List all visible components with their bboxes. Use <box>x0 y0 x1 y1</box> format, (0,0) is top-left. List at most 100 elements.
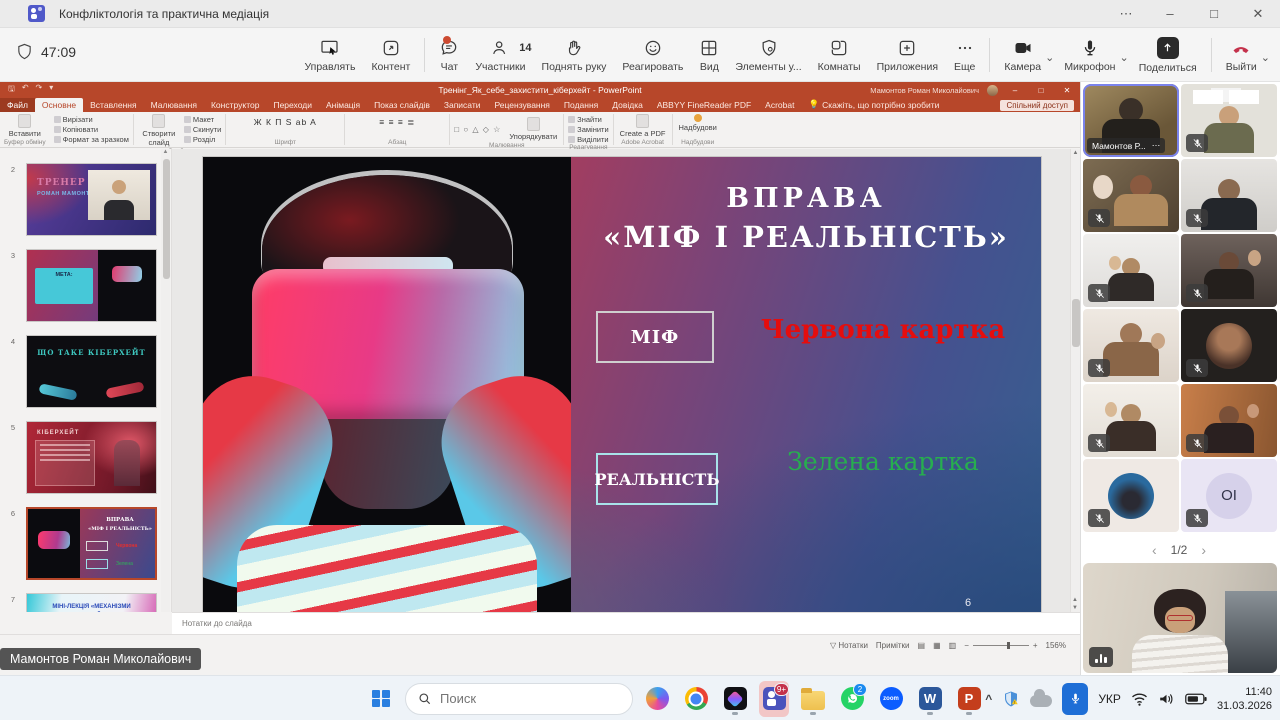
participant-tile[interactable] <box>1083 159 1179 232</box>
red-card-label[interactable]: Червона картка <box>743 315 1023 345</box>
window-more-button[interactable]: ⋯ <box>1104 0 1148 27</box>
paste-button[interactable]: Вставити <box>7 113 43 139</box>
volume-icon[interactable] <box>1158 692 1175 706</box>
window-close-button[interactable]: ✕ <box>1236 0 1280 27</box>
participant-tile-initials[interactable]: ОІ <box>1181 459 1277 532</box>
leave-button[interactable]: Выйти <box>1218 36 1265 75</box>
addins-button[interactable]: Надбудови <box>677 113 719 133</box>
notes-toggle[interactable]: ▽ Нотатки <box>830 641 868 650</box>
ppt-maximize-button[interactable]: □ <box>1032 86 1050 95</box>
tab-file[interactable]: Файл <box>0 98 35 112</box>
myth-box[interactable]: МІФ <box>596 311 714 363</box>
view-reading-button[interactable]: ▥ <box>949 641 957 650</box>
slide-canvas[interactable]: ВПРАВА «МІФ І РЕАЛЬНІСТЬ» МІФ Червона ка… <box>203 157 1041 612</box>
prev-slide-arrow[interactable]: ▲ <box>1070 596 1080 604</box>
tab-insert[interactable]: Вставлення <box>83 98 143 112</box>
security-warning-icon[interactable]: ! <box>1002 690 1020 708</box>
copilot-app-button[interactable] <box>642 681 672 717</box>
taskbar-search[interactable] <box>405 683 633 715</box>
tab-acrobat[interactable]: Acrobat <box>758 98 801 112</box>
participant-tile[interactable] <box>1083 384 1179 457</box>
slide-thumbnail-4[interactable]: ЩО ТАКЕ КІБЕРХЕЙТ <box>26 335 157 408</box>
comments-toggle[interactable]: Примітки <box>876 641 910 650</box>
chat-button[interactable]: Чат <box>431 36 467 75</box>
zoom-percent[interactable]: 156% <box>1046 641 1066 650</box>
start-button[interactable] <box>366 681 396 717</box>
green-card-label[interactable]: Зелена картка <box>763 447 1003 476</box>
reality-box[interactable]: РЕАЛЬНІСТЬ <box>596 453 718 505</box>
tab-draw[interactable]: Малювання <box>144 98 204 112</box>
window-minimize-button[interactable]: – <box>1148 0 1192 27</box>
quick-access-toolbar[interactable]: 🖫 ↶ ↷ ▾ <box>8 83 53 97</box>
tile-more-icon[interactable]: ⋯ <box>1152 140 1161 151</box>
tab-review[interactable]: Рецензування <box>488 98 557 112</box>
active-mic-indicator[interactable] <box>1062 683 1088 715</box>
section-button[interactable]: Розділ <box>184 135 215 144</box>
slide-thumbnail-7[interactable]: МІНІ-ЛЕКЦІЯ «МЕХАНІЗМИ КІБЕРХЕЙТУ» <box>26 593 157 612</box>
ppt-close-button[interactable]: ✕ <box>1058 86 1076 95</box>
tray-expand-chevron[interactable]: ^ <box>985 692 992 706</box>
participant-tile[interactable] <box>1083 309 1179 382</box>
slide-thumbnail-2[interactable]: ТРЕНЕР РОМАН МАМОНТОВ <box>26 163 157 236</box>
view-button[interactable]: Вид <box>691 36 727 75</box>
tab-help[interactable]: Довідка <box>605 98 650 112</box>
layout-button[interactable]: Макет <box>184 115 214 124</box>
paragraph-controls[interactable]: ≡ ≡ ≡ ≣ <box>379 117 415 128</box>
wifi-icon[interactable] <box>1131 692 1148 706</box>
chrome-app-button[interactable] <box>681 681 711 717</box>
slide-editor-area[interactable]: ВПРАВА «МІФ І РЕАЛЬНІСТЬ» МІФ Червона ка… <box>172 149 1080 612</box>
tab-view[interactable]: Подання <box>557 98 605 112</box>
qat-customize-icon[interactable]: ▾ <box>49 83 53 97</box>
tab-slideshow[interactable]: Показ слайдів <box>367 98 437 112</box>
redo-icon[interactable]: ↷ <box>36 83 43 97</box>
slide-title[interactable]: ВПРАВА «МІФ І РЕАЛЬНІСТЬ» <box>571 183 1041 254</box>
teams-app-button[interactable]: 9+ <box>759 681 789 717</box>
slide-thumbnail-5[interactable]: КІБЕРХЕЙТ <box>26 421 157 494</box>
rooms-button[interactable]: Комнаты <box>810 36 869 75</box>
arrange-button[interactable]: Упорядкувати <box>507 116 559 142</box>
find-button[interactable]: Знайти <box>568 115 602 124</box>
tell-me-box[interactable]: 💡Скажіть, що потрібно зробити <box>801 97 946 112</box>
participant-tile[interactable] <box>1181 84 1277 157</box>
select-button[interactable]: Виділити <box>568 135 608 144</box>
create-pdf-button[interactable]: Create a PDF <box>618 113 668 139</box>
zoom-out-button[interactable]: − <box>964 641 969 650</box>
tray-clock[interactable]: 11:40 31.03.2026 <box>1217 685 1272 713</box>
participant-tile[interactable] <box>1181 234 1277 307</box>
participant-tile[interactable] <box>1181 159 1277 232</box>
tab-transitions[interactable]: Переходи <box>266 98 319 112</box>
thumbnail-scroll-thumb[interactable] <box>163 159 170 279</box>
participants-button[interactable]: 14 Участники <box>467 36 533 75</box>
participant-tile[interactable] <box>1181 384 1277 457</box>
apps-button[interactable]: Приложения <box>869 36 946 75</box>
zoom-slider[interactable]: − + <box>964 641 1037 650</box>
microphone-button[interactable]: Микрофон <box>1056 36 1123 75</box>
next-slide-arrow[interactable]: ▼ <box>1070 604 1080 612</box>
dark-app-button[interactable] <box>720 681 750 717</box>
format-painter-button[interactable]: Формат за зразком <box>54 135 129 144</box>
ppt-minimize-button[interactable]: – <box>1006 86 1024 95</box>
whatsapp-app-button[interactable]: 2 <box>837 681 867 717</box>
undo-icon[interactable]: ↶ <box>22 83 29 97</box>
view-normal-button[interactable]: ▤ <box>918 641 926 650</box>
save-icon[interactable]: 🖫 <box>8 83 15 97</box>
content-button[interactable]: Контент <box>363 36 418 75</box>
word-app-button[interactable]: W <box>915 681 945 717</box>
cut-button[interactable]: Вирізати <box>54 115 93 124</box>
tab-abbyy[interactable]: ABBYY FineReader PDF <box>650 98 758 112</box>
search-input[interactable] <box>440 691 600 706</box>
explorer-app-button[interactable] <box>798 681 828 717</box>
onedrive-icon[interactable] <box>1030 695 1052 707</box>
shapes-gallery[interactable]: □ ○ △ ◇ ☆ <box>454 125 501 134</box>
control-button[interactable]: Управлять <box>296 36 363 75</box>
camera-button[interactable]: Камера <box>996 36 1049 75</box>
font-controls[interactable]: Ж К П S ab A <box>254 117 317 127</box>
page-next-button[interactable]: › <box>1201 542 1206 558</box>
battery-icon[interactable] <box>1185 693 1207 705</box>
zoom-in-button[interactable]: + <box>1033 641 1038 650</box>
ppt-share-button[interactable]: Спільний доступ <box>1000 100 1074 111</box>
participant-tile[interactable] <box>1083 234 1179 307</box>
slide-nav-arrows[interactable]: ▲ ▼ <box>1070 596 1080 612</box>
react-button[interactable]: Реагировать <box>614 36 691 75</box>
language-indicator[interactable]: УКР <box>1098 692 1121 706</box>
